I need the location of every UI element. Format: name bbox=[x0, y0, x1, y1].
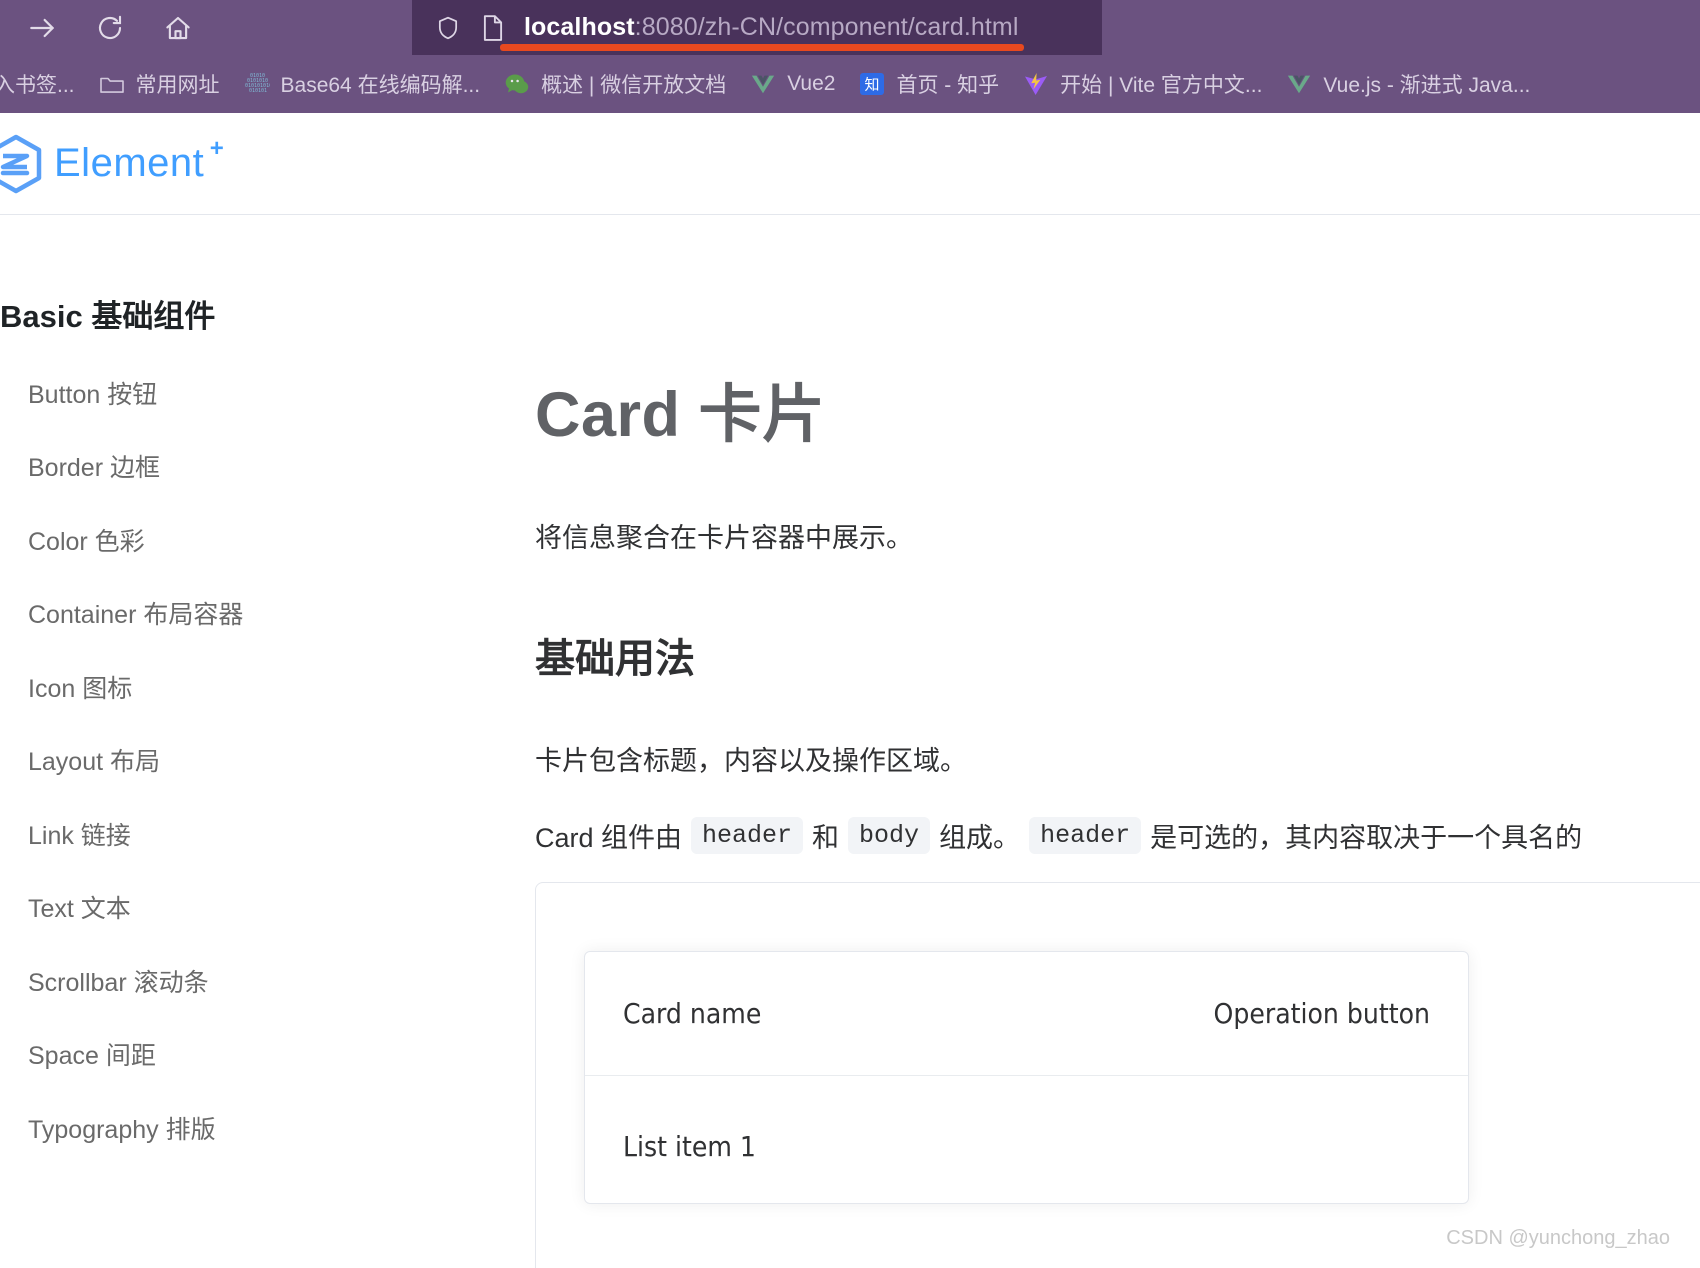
bookmark-vue2[interactable]: Vue2 bbox=[738, 62, 847, 106]
url-text: localhost:8080/zh-CN/component/card.html bbox=[524, 13, 1019, 42]
demo-card-list-item: List item 1 bbox=[623, 1130, 1430, 1163]
demo-block: Card name Operation button List item 1 bbox=[535, 882, 1700, 1268]
svg-text:010101: 010101 bbox=[249, 88, 267, 94]
bookmark-zhihu[interactable]: 知 首页 - 知乎 bbox=[847, 62, 1011, 106]
sidebar-item-typography[interactable]: Typography 排版 bbox=[0, 1091, 510, 1165]
bookmark-vuejs[interactable]: Vue.js - 渐进式 Java... bbox=[1274, 62, 1542, 106]
vite-icon bbox=[1023, 71, 1049, 97]
url-highlight-underline bbox=[500, 44, 1024, 51]
element-plus-logo[interactable]: Element + bbox=[0, 133, 204, 195]
sidebar-item-space[interactable]: Space 间距 bbox=[0, 1018, 510, 1092]
arrow-right-icon bbox=[26, 12, 58, 44]
url-host: localhost bbox=[524, 13, 635, 41]
logo-text: Element + bbox=[54, 141, 204, 186]
bookmark-label: 常用网址 bbox=[136, 69, 220, 99]
sidebar-item-label: Space 间距 bbox=[28, 1036, 156, 1072]
para-text-1: Card 组件由 bbox=[535, 816, 682, 855]
bookmark-wechat-docs[interactable]: 概述 | 微信开放文档 bbox=[492, 62, 738, 106]
logo-plus-sign: + bbox=[210, 135, 225, 163]
zhihu-icon: 知 bbox=[859, 71, 885, 97]
bookmark-label: 首页 - 知乎 bbox=[896, 69, 999, 99]
home-button[interactable] bbox=[158, 8, 198, 48]
bookmark-import[interactable]: 入书签... bbox=[0, 62, 87, 106]
sidebar-item-scrollbar[interactable]: Scrollbar 滚动条 bbox=[0, 944, 510, 1018]
page-info-icon[interactable] bbox=[480, 13, 506, 43]
vue-icon bbox=[1286, 71, 1312, 97]
sidebar-item-label: Text 文本 bbox=[28, 889, 131, 925]
sidebar-item-icon[interactable]: Icon 图标 bbox=[0, 650, 510, 724]
para-text-2: 和 bbox=[812, 816, 839, 855]
sidebar-item-color[interactable]: Color 色彩 bbox=[0, 503, 510, 577]
svg-text:知: 知 bbox=[865, 77, 880, 94]
reload-button[interactable] bbox=[90, 8, 130, 48]
home-icon bbox=[163, 13, 193, 43]
sidebar-item-label: Typography 排版 bbox=[28, 1110, 216, 1146]
sidebar-item-border[interactable]: Border 边框 bbox=[0, 430, 510, 504]
bookmark-label: 开始 | Vite 官方中文... bbox=[1060, 69, 1262, 99]
sidebar-item-label: Color 色彩 bbox=[28, 522, 145, 558]
page-description: 将信息聚合在卡片容器中展示。 bbox=[535, 516, 913, 555]
element-plus-logo-icon bbox=[0, 133, 44, 195]
sidebar-item-link[interactable]: Link 链接 bbox=[0, 797, 510, 871]
bookmark-label: Vue.js - 渐进式 Java... bbox=[1323, 69, 1530, 99]
browser-toolbar: localhost:8080/zh-CN/component/card.html bbox=[0, 0, 1700, 55]
demo-card-header: Card name Operation button bbox=[585, 952, 1468, 1076]
site-header: Element + bbox=[0, 113, 1700, 215]
demo-preview-area: Card name Operation button List item 1 bbox=[584, 951, 1700, 1268]
demo-card-operation-button[interactable]: Operation button bbox=[1214, 997, 1430, 1030]
sidebar-item-label: Border 边框 bbox=[28, 448, 160, 484]
bookmark-base64[interactable]: 010100101010 010101010010101 Base64 在线编码… bbox=[232, 62, 493, 106]
bookmark-label: Base64 在线编码解... bbox=[281, 69, 481, 99]
para-text-4: 是可选的，其内容取决于一个具名的 bbox=[1150, 816, 1582, 855]
sidebar-item-label: Icon 图标 bbox=[28, 669, 132, 705]
code-header-2: header bbox=[1029, 817, 1141, 854]
folder-icon bbox=[99, 71, 125, 97]
base64-icon: 010100101010 010101010010101 bbox=[244, 71, 270, 97]
bookmark-label: Vue2 bbox=[787, 72, 835, 96]
bookmark-label: 入书签... bbox=[0, 69, 75, 99]
sidebar-item-label: Link 链接 bbox=[28, 816, 131, 852]
demo-card-title: Card name bbox=[623, 997, 761, 1030]
code-header-1: header bbox=[691, 817, 803, 854]
sidebar-item-label: Button 按钮 bbox=[28, 375, 157, 411]
bookmark-vite[interactable]: 开始 | Vite 官方中文... bbox=[1011, 62, 1274, 106]
section-title-basic-usage: 基础用法 bbox=[535, 626, 1700, 684]
sidebar-nav: Basic 基础组件 Button 按钮 Border 边框 Color 色彩 … bbox=[0, 216, 510, 1268]
sidebar-group-title: Basic 基础组件 bbox=[0, 291, 215, 336]
main-content: Card 卡片 将信息聚合在卡片容器中展示。 基础用法 卡片包含标题，内容以及操… bbox=[510, 216, 1700, 1268]
code-body: body bbox=[848, 817, 930, 854]
sidebar-item-label: Layout 布局 bbox=[28, 742, 160, 778]
sidebar-item-text[interactable]: Text 文本 bbox=[0, 871, 510, 945]
sidebar-item-list: Button 按钮 Border 边框 Color 色彩 Container 布… bbox=[0, 356, 510, 1165]
url-path: :8080/zh-CN/component/card.html bbox=[635, 13, 1019, 41]
bookmarks-bar: 入书签... 常用网址 010100101010 010101010010101… bbox=[0, 55, 1700, 113]
demo-card-body: List item 1 bbox=[585, 1076, 1468, 1203]
sidebar-item-button[interactable]: Button 按钮 bbox=[0, 356, 510, 430]
logo-word: Element bbox=[54, 141, 204, 185]
vue-icon bbox=[750, 71, 776, 97]
reload-icon bbox=[95, 13, 125, 43]
navigation-buttons bbox=[0, 8, 198, 48]
bookmark-label: 概述 | 微信开放文档 bbox=[541, 69, 726, 99]
demo-card: Card name Operation button List item 1 bbox=[584, 951, 1469, 1204]
shield-icon[interactable] bbox=[434, 14, 462, 42]
sidebar-item-label: Container 布局容器 bbox=[28, 595, 243, 631]
csdn-watermark: CSDN @yunchong_zhao bbox=[1446, 1227, 1670, 1250]
paragraph-card-composition: Card 组件由 header 和 body 组成。 header 是可选的，其… bbox=[535, 816, 1700, 855]
forward-button[interactable] bbox=[22, 8, 62, 48]
page-title: Card 卡片 bbox=[535, 364, 826, 455]
base64-glyph: 010100101010 010101010010101 bbox=[244, 71, 270, 97]
paragraph-card-parts: 卡片包含标题，内容以及操作区域。 bbox=[535, 739, 967, 778]
para-text-3: 组成。 bbox=[939, 816, 1020, 855]
sidebar-item-layout[interactable]: Layout 布局 bbox=[0, 724, 510, 798]
sidebar-item-label: Scrollbar 滚动条 bbox=[28, 963, 209, 999]
bookmark-folder-common-sites[interactable]: 常用网址 bbox=[87, 62, 232, 106]
wechat-icon bbox=[504, 71, 530, 97]
sidebar-item-container[interactable]: Container 布局容器 bbox=[0, 577, 510, 651]
